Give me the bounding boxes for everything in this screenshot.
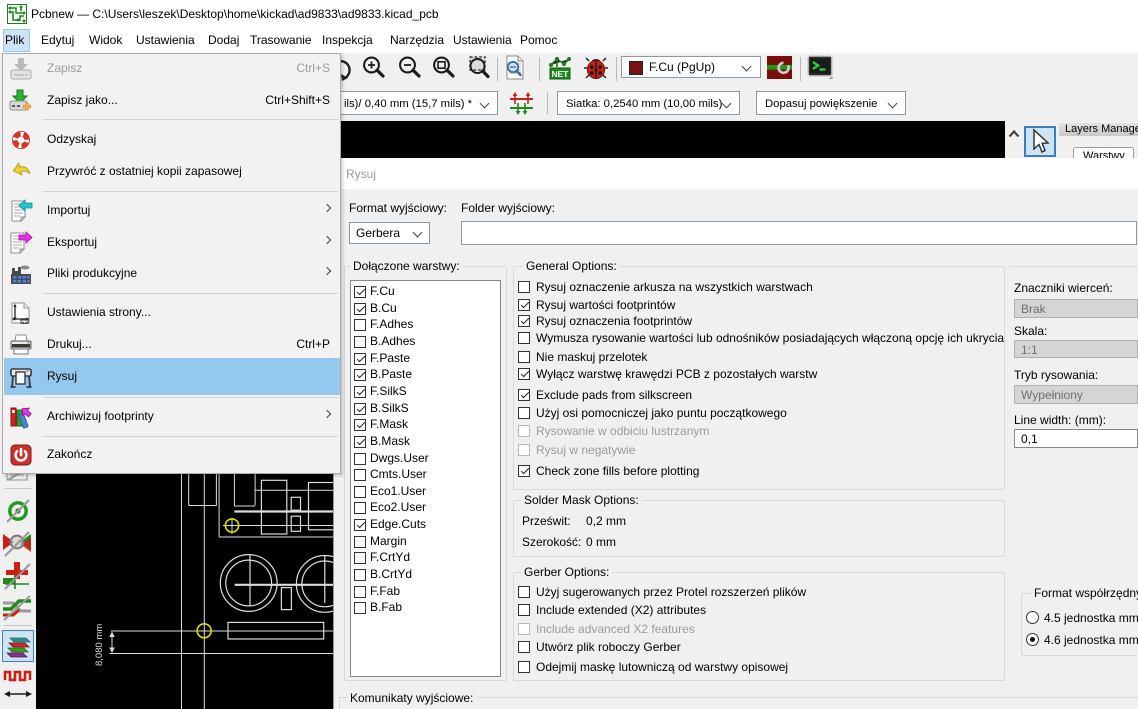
svg-text:NET: NET (552, 69, 570, 79)
svg-text:8,080 mm: 8,080 mm (94, 624, 105, 666)
